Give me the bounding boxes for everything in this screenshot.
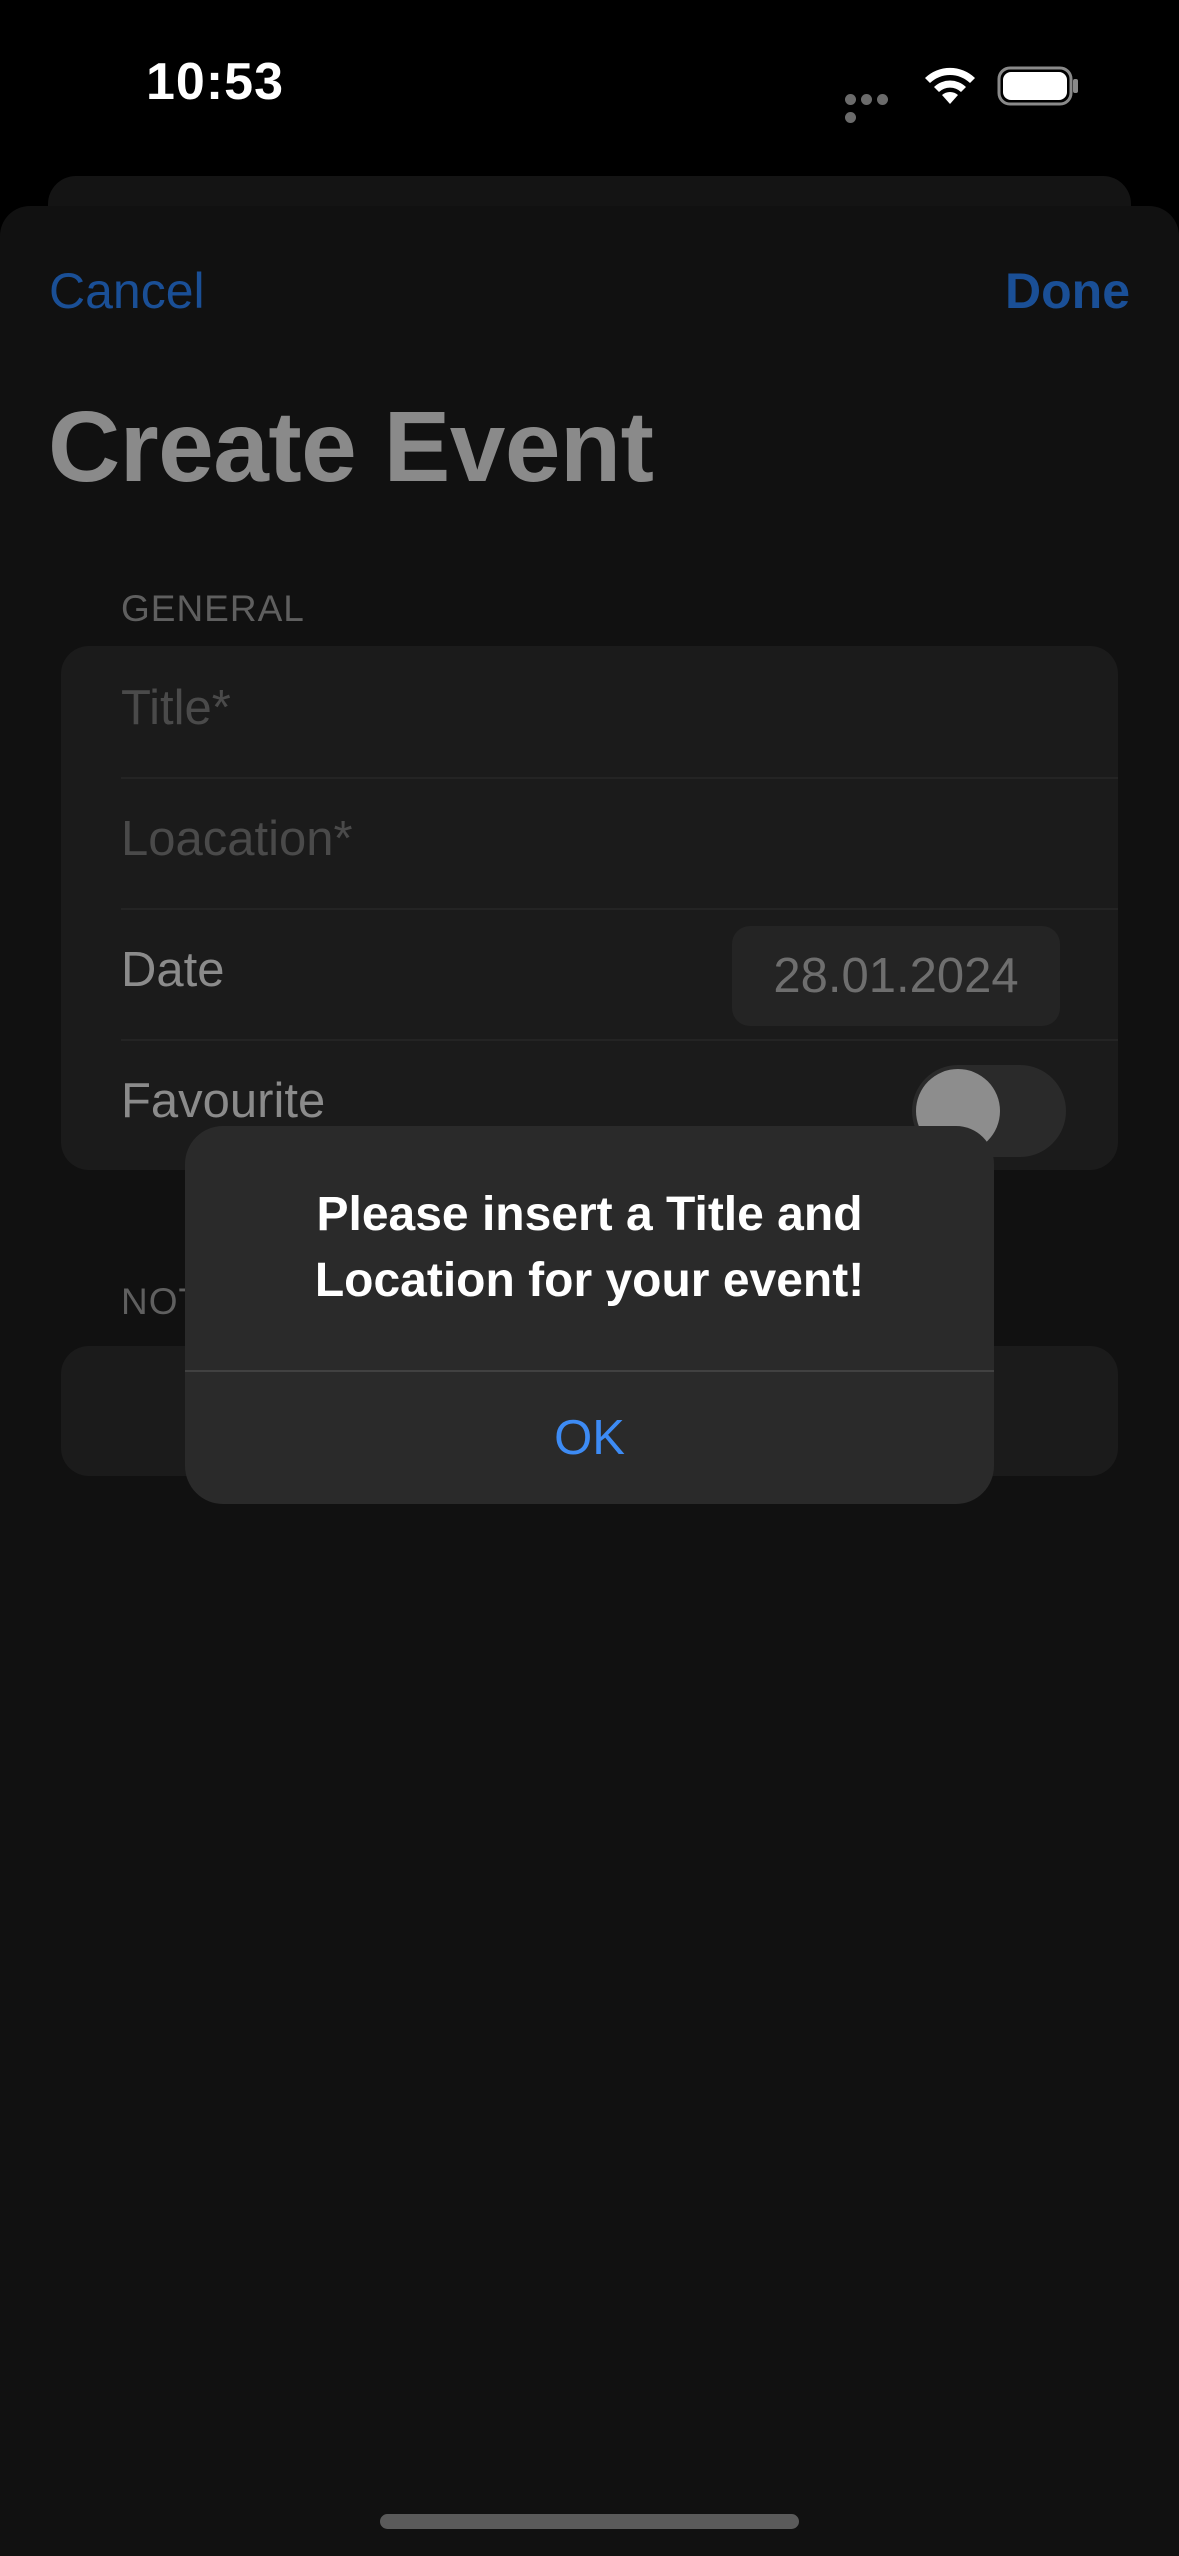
general-section-header: GENERAL	[121, 588, 305, 629]
date-row: Date 28.01.2024	[61, 908, 1118, 1039]
done-button[interactable]: Done	[1005, 262, 1130, 320]
general-group: Title* Loacation* Date 28.01.2024 Favour…	[61, 646, 1118, 1170]
location-row[interactable]: Loacation*	[61, 777, 1118, 908]
page-title: Create Event	[48, 391, 654, 503]
battery-icon	[997, 66, 1078, 106]
favourite-label: Favourite	[121, 1074, 326, 1128]
alert-ok-button[interactable]: OK	[185, 1372, 994, 1504]
alert-message-line-2: Location for your event!	[314, 1254, 865, 1307]
location-input[interactable]: Loacation*	[121, 811, 353, 867]
alert-message-line-1: Please insert a Title and	[316, 1188, 863, 1241]
cancel-button[interactable]: Cancel	[49, 262, 205, 320]
alert-message: Please insert a Title and Location for y…	[225, 1182, 954, 1314]
date-picker-button[interactable]: 28.01.2024	[732, 926, 1060, 1026]
status-bar: 10:53	[0, 0, 1179, 170]
wifi-icon	[925, 67, 975, 104]
title-row[interactable]: Title*	[61, 646, 1118, 777]
alert-dialog: Please insert a Title and Location for y…	[185, 1126, 994, 1504]
status-time: 10:53	[146, 53, 284, 111]
title-input[interactable]: Title*	[121, 680, 231, 736]
signal-dots-icon	[845, 92, 905, 123]
home-indicator	[380, 2514, 799, 2529]
date-label: Date	[121, 943, 225, 997]
